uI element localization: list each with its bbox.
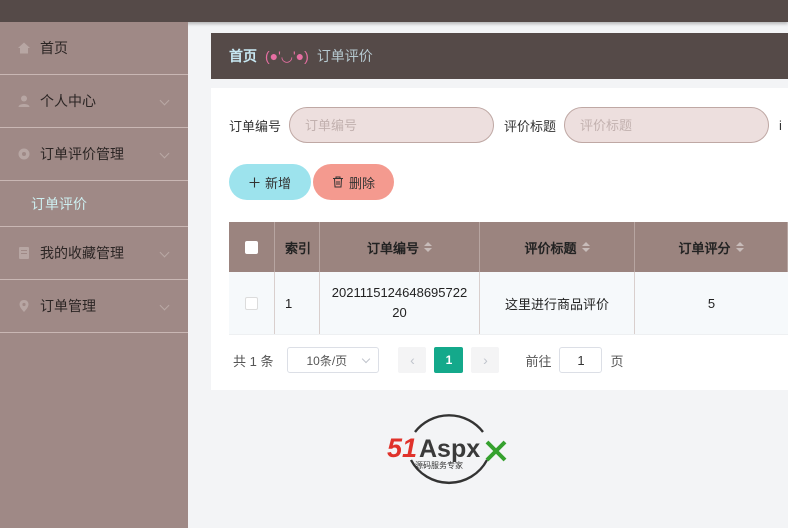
breadcrumb: 首页 (●'◡'●) 订单评价 — [211, 33, 788, 79]
row-checkbox[interactable] — [245, 296, 258, 310]
chevron-left-icon: ‹ — [410, 352, 415, 368]
page-size-select[interactable]: 10条/页 — [287, 347, 380, 373]
settings-icon — [16, 146, 32, 162]
sidebar-item-label: 订单评价管理 — [40, 146, 124, 162]
review-title-label: 评价标题 — [504, 118, 557, 134]
plus-icon — [249, 177, 260, 188]
next-page-button[interactable]: › — [471, 347, 500, 373]
location-icon — [16, 298, 32, 314]
select-all-checkbox[interactable] — [245, 240, 258, 254]
column-header-review-title[interactable]: 评价标题 — [480, 222, 635, 272]
prev-page-button[interactable]: ‹ — [398, 347, 427, 373]
delete-button[interactable]: 删除 — [313, 164, 394, 200]
top-bar — [0, 0, 788, 22]
search-form: 订单编号 评价标题 i — [229, 107, 788, 143]
sidebar-item-label: 个人中心 — [40, 93, 96, 109]
order-no-label: 订单编号 — [229, 118, 282, 134]
svg-text:51: 51 — [387, 433, 417, 463]
chevron-down-icon — [159, 247, 170, 258]
action-buttons: 新增 删除 — [229, 164, 394, 200]
add-button[interactable]: 新增 — [229, 164, 311, 200]
delete-button-label: 删除 — [348, 175, 375, 191]
sort-icon[interactable] — [424, 242, 432, 252]
user-icon — [16, 93, 32, 109]
sidebar-item-label: 我的收藏管理 — [40, 245, 124, 261]
row-review-title: 这里进行商品评价 — [480, 272, 635, 334]
row-order-no: 202111512464869572220 — [320, 272, 480, 334]
order-no-input[interactable] — [289, 107, 495, 143]
sidebar-item-home[interactable]: 首页 — [0, 22, 188, 75]
add-button-label: 新增 — [264, 175, 291, 191]
truncated-label: i — [779, 117, 782, 133]
column-header-index: 索引 — [275, 222, 320, 272]
watermark-logo: 51 Aspx 源码服务专家 — [387, 402, 511, 494]
sidebar-item-orders[interactable]: 订单管理 — [0, 280, 188, 333]
row-select-cell — [229, 272, 275, 334]
breadcrumb-home[interactable]: 首页 — [229, 46, 257, 66]
goto-suffix: 页 — [610, 353, 624, 369]
sort-icon[interactable] — [581, 242, 590, 252]
review-title-input[interactable] — [564, 107, 770, 143]
chevron-right-icon: › — [483, 352, 488, 368]
chevron-down-icon — [159, 95, 170, 106]
table-header: 索引 订单编号 评价标题 订单评分 — [229, 222, 788, 272]
document-icon — [16, 245, 32, 261]
content-panel: 订单编号 评价标题 i 新增 删除 — [211, 88, 788, 390]
table-row[interactable]: 1 202111512464869572220 这里进行商品评价 5 — [229, 272, 788, 335]
row-score: 5 — [707, 295, 716, 311]
goto-page-input[interactable] — [559, 347, 603, 373]
sidebar-subitem-order-review[interactable]: 订单评价 — [0, 181, 188, 227]
pagination: 共 1 条 10条/页 ‹ 1 › 前往 页 — [233, 347, 624, 373]
sidebar-item-favorites[interactable]: 我的收藏管理 — [0, 227, 188, 280]
sidebar-item-profile[interactable]: 个人中心 — [0, 75, 188, 128]
sidebar: 首页 个人中心 订单评价管理 订单评价 我的收藏管理 订单管理 — [0, 22, 188, 528]
sidebar-item-review-management[interactable]: 订单评价管理 — [0, 128, 188, 181]
goto-prefix: 前往 — [525, 353, 552, 369]
sort-icon[interactable] — [735, 242, 744, 252]
home-icon — [16, 40, 32, 56]
select-all-cell — [229, 222, 275, 272]
chevron-down-icon — [159, 148, 170, 159]
svg-text:源码服务专家: 源码服务专家 — [415, 460, 463, 470]
sidebar-subitem-label: 订单评价 — [31, 195, 87, 212]
column-header-score[interactable]: 订单评分 — [635, 222, 788, 272]
row-index: 1 — [275, 272, 320, 334]
trash-icon — [332, 176, 344, 188]
svg-text:Aspx: Aspx — [419, 435, 480, 463]
sidebar-item-label: 首页 — [40, 40, 68, 56]
chevron-down-icon — [362, 354, 371, 364]
chevron-down-icon — [159, 300, 170, 311]
breadcrumb-current: 订单评价 — [316, 48, 373, 64]
pagination-total: 共 1 条 — [233, 353, 274, 369]
column-header-order-no[interactable]: 订单编号 — [320, 222, 480, 272]
breadcrumb-separator: (●'◡'●) — [265, 47, 309, 64]
page-number-current[interactable]: 1 — [434, 347, 464, 373]
sidebar-item-label: 订单管理 — [40, 298, 96, 314]
